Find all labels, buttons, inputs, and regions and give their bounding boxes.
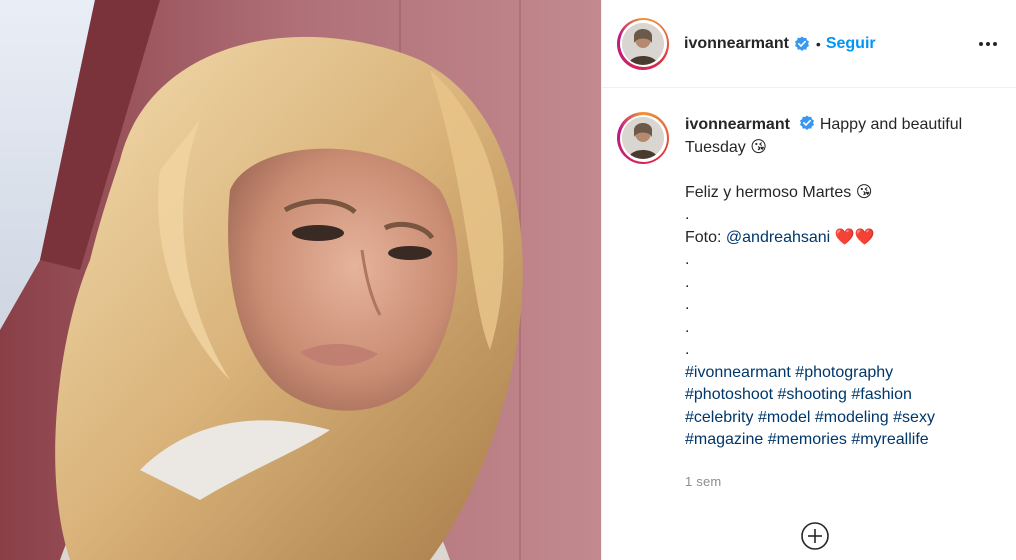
photo-image bbox=[0, 0, 601, 560]
hashtag-link[interactable]: #memories bbox=[768, 431, 847, 448]
hashtag-link[interactable]: #fashion bbox=[851, 386, 912, 403]
caption-dot: . bbox=[685, 318, 690, 336]
hashtag-link[interactable]: #photoshoot bbox=[685, 386, 773, 403]
caption-section: ivonnearmant Happy and beautiful Tuesday… bbox=[602, 88, 1016, 489]
post-photo[interactable] bbox=[0, 0, 601, 560]
photo-credit-hearts: ❤️❤️ bbox=[830, 228, 875, 246]
follow-button[interactable]: Seguir bbox=[826, 35, 876, 53]
caption-dot: . bbox=[685, 251, 690, 268]
caption-dot: . bbox=[685, 273, 690, 291]
caption-spanish: Feliz y hermoso Martes 😘 bbox=[685, 183, 873, 201]
more-options-icon[interactable] bbox=[976, 32, 1000, 56]
photographer-mention[interactable]: @andreahsani bbox=[726, 229, 830, 246]
add-circle-icon[interactable] bbox=[800, 521, 830, 551]
caption-dot: . bbox=[685, 296, 690, 313]
hashtag-link[interactable]: #photography bbox=[795, 364, 893, 381]
post-sidebar: ivonnearmant • Seguir ivonnearmant Happy… bbox=[601, 0, 1016, 560]
hashtag-link[interactable]: #myreallife bbox=[851, 431, 928, 448]
hashtag-link[interactable]: #model bbox=[758, 409, 810, 426]
caption-username[interactable]: ivonnearmant bbox=[685, 116, 790, 133]
post-timestamp[interactable]: 1 sem bbox=[685, 474, 1001, 489]
hashtag-link[interactable]: #modeling bbox=[815, 409, 889, 426]
hashtag-link[interactable]: #magazine bbox=[685, 431, 763, 448]
caption-dot: . bbox=[685, 341, 690, 358]
hashtag-link[interactable]: #celebrity bbox=[685, 409, 753, 426]
header-separator: • bbox=[815, 35, 821, 52]
photo-credit-prefix: Foto: bbox=[685, 228, 726, 246]
caption-avatar-image bbox=[622, 117, 664, 159]
caption-verified-icon bbox=[800, 115, 815, 130]
hashtag-list: #ivonnearmant #photography #photoshoot #… bbox=[685, 362, 1000, 452]
caption-photo-credit: Foto: @andreahsani ❤️❤️ bbox=[685, 227, 1000, 250]
avatar[interactable] bbox=[617, 17, 669, 70]
caption-text: ivonnearmant Happy and beautiful Tuesday… bbox=[685, 114, 1000, 452]
avatar-image bbox=[622, 22, 664, 65]
header-username[interactable]: ivonnearmant bbox=[684, 35, 789, 53]
caption-avatar[interactable] bbox=[617, 112, 669, 164]
verified-badge-icon bbox=[794, 36, 809, 51]
post-header: ivonnearmant • Seguir bbox=[602, 0, 1016, 88]
hashtag-link[interactable]: #ivonnearmant bbox=[685, 364, 791, 381]
hashtag-link[interactable]: #shooting bbox=[778, 386, 847, 403]
hashtag-link[interactable]: #sexy bbox=[893, 409, 935, 426]
caption-dot: . bbox=[685, 206, 690, 223]
